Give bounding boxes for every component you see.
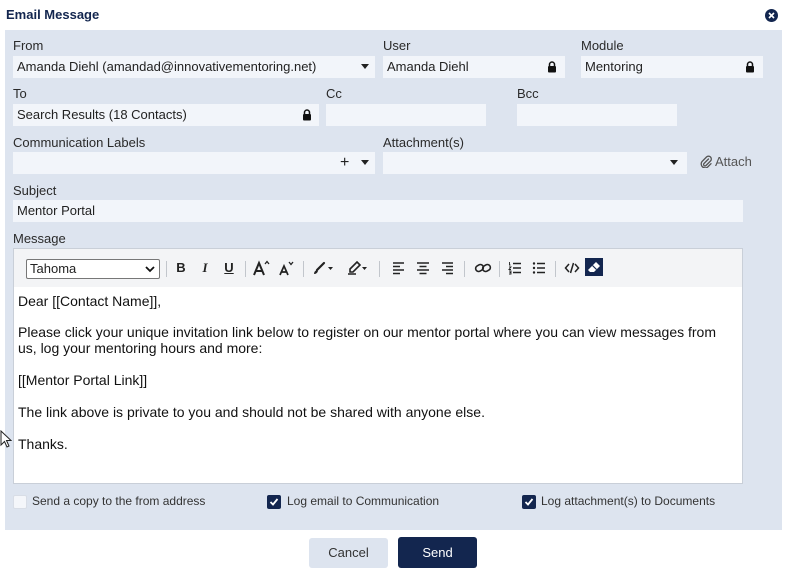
chevron-down-icon[interactable] bbox=[361, 160, 369, 165]
paperclip-icon bbox=[700, 155, 712, 169]
checkmark-icon bbox=[269, 498, 279, 506]
subject-input[interactable]: Mentor Portal bbox=[13, 200, 743, 222]
font-family-select[interactable]: Tahoma bbox=[26, 259, 160, 279]
from-label: From bbox=[13, 38, 44, 53]
log-attachments-checkbox[interactable] bbox=[522, 495, 536, 509]
numbered-list-icon bbox=[508, 262, 521, 275]
bcc-input[interactable] bbox=[517, 104, 677, 126]
insert-link-button[interactable] bbox=[474, 260, 492, 276]
attachments-label: Attachment(s) bbox=[383, 135, 464, 150]
module-field: Mentoring bbox=[581, 56, 763, 78]
from-value: Amanda Diehl (amandad@innovativementorin… bbox=[17, 59, 317, 74]
link-icon bbox=[474, 263, 492, 273]
editor-toolbar: Tahoma B I U bbox=[14, 249, 742, 287]
send-button[interactable]: Send bbox=[398, 537, 477, 568]
toolbar-divider bbox=[166, 261, 167, 277]
font-size-increase-icon bbox=[253, 260, 270, 276]
brush-icon bbox=[314, 261, 333, 274]
toolbar-divider bbox=[499, 261, 500, 277]
user-value: Amanda Diehl bbox=[387, 59, 469, 74]
lock-icon bbox=[303, 109, 311, 121]
code-icon bbox=[564, 262, 580, 274]
add-label-icon[interactable]: + bbox=[340, 152, 349, 174]
align-center-icon bbox=[417, 262, 429, 275]
lock-icon bbox=[548, 61, 556, 73]
send-copy-checkbox[interactable] bbox=[13, 495, 27, 509]
align-center-button[interactable] bbox=[416, 260, 430, 276]
toolbar-divider bbox=[379, 261, 380, 277]
eraser-icon bbox=[588, 262, 600, 272]
clear-formatting-button[interactable] bbox=[585, 258, 603, 276]
message-editor[interactable]: Tahoma B I U Dear [[Contact Name]], Plea… bbox=[13, 248, 743, 484]
dialog-titlebar: Email Message bbox=[0, 0, 789, 30]
message-line: [[Mentor Portal Link]] bbox=[18, 372, 148, 388]
subject-label: Subject bbox=[13, 183, 57, 198]
font-size-decrease-icon bbox=[279, 261, 294, 276]
communication-labels-label: Communication Labels bbox=[13, 135, 146, 150]
bullet-list-icon bbox=[532, 262, 545, 274]
log-email-label: Log email to Communication bbox=[287, 494, 440, 508]
highlighter-icon bbox=[348, 260, 367, 275]
lock-icon bbox=[746, 61, 754, 73]
source-code-button[interactable] bbox=[564, 260, 580, 276]
align-right-icon bbox=[442, 262, 453, 275]
log-attachments-label: Log attachment(s) to Documents bbox=[541, 494, 716, 508]
bold-button[interactable]: B bbox=[174, 260, 188, 276]
toolbar-divider bbox=[303, 261, 304, 277]
subject-value: Mentor Portal bbox=[17, 203, 96, 218]
user-label: User bbox=[383, 38, 411, 53]
align-left-button[interactable] bbox=[392, 260, 406, 276]
dialog-title: Email Message bbox=[6, 7, 100, 22]
chevron-down-icon bbox=[145, 266, 155, 273]
bullet-list-button[interactable] bbox=[532, 260, 546, 276]
module-value: Mentoring bbox=[585, 59, 643, 74]
to-field: Search Results (18 Contacts) bbox=[13, 104, 319, 126]
highlight-color-button[interactable] bbox=[346, 260, 370, 276]
cc-label: Cc bbox=[326, 86, 342, 101]
chevron-down-icon bbox=[670, 160, 678, 165]
decrease-font-size-button[interactable] bbox=[278, 260, 294, 276]
communication-labels-select[interactable]: + bbox=[13, 152, 375, 174]
chevron-down-icon bbox=[361, 64, 369, 69]
message-line: The link above is private to you and sho… bbox=[18, 404, 485, 420]
toolbar-divider bbox=[245, 261, 246, 277]
message-label: Message bbox=[13, 231, 66, 246]
font-family-value: Tahoma bbox=[30, 261, 77, 276]
cancel-button[interactable]: Cancel bbox=[309, 538, 388, 568]
align-right-button[interactable] bbox=[440, 260, 454, 276]
mouse-pointer-icon bbox=[0, 430, 12, 448]
toolbar-divider bbox=[555, 261, 556, 277]
send-copy-label: Send a copy to the from address bbox=[32, 494, 206, 508]
user-field: Amanda Diehl bbox=[383, 56, 565, 78]
from-select[interactable]: Amanda Diehl (amandad@innovativementorin… bbox=[13, 56, 375, 78]
message-line: Thanks. bbox=[18, 436, 68, 452]
italic-button[interactable]: I bbox=[198, 260, 212, 276]
bcc-label: Bcc bbox=[517, 86, 539, 101]
close-icon[interactable] bbox=[765, 9, 778, 22]
numbered-list-button[interactable] bbox=[508, 260, 522, 276]
to-label: To bbox=[13, 86, 27, 101]
underline-button[interactable]: U bbox=[222, 260, 236, 276]
message-line: Please click your unique invitation link… bbox=[18, 324, 717, 356]
message-line: Dear [[Contact Name]], bbox=[18, 293, 162, 309]
module-label: Module bbox=[581, 38, 624, 53]
log-email-checkbox[interactable] bbox=[267, 495, 281, 509]
checkmark-icon bbox=[524, 498, 534, 506]
text-color-button[interactable] bbox=[312, 260, 336, 276]
toolbar-divider bbox=[464, 261, 465, 277]
increase-font-size-button[interactable] bbox=[252, 260, 270, 276]
attach-label: Attach bbox=[715, 154, 752, 169]
to-value: Search Results (18 Contacts) bbox=[17, 107, 187, 122]
align-left-icon bbox=[393, 262, 404, 275]
cc-input[interactable] bbox=[326, 104, 486, 126]
attach-button[interactable]: Attach bbox=[700, 154, 752, 169]
attachments-select[interactable] bbox=[383, 152, 687, 174]
